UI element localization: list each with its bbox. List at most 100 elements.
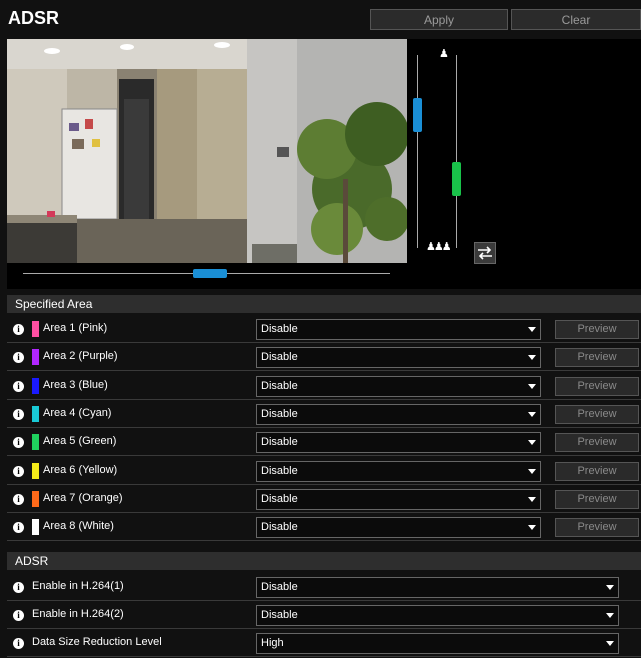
info-icon[interactable]: i [13,380,24,392]
area-row: i Area 8 (White) Disable Preview [7,514,641,543]
vertical-slider-1-track [417,55,418,248]
adsr-row: i Enable in H.264(1) Disable [7,574,641,602]
area-select[interactable]: Disable [256,517,541,539]
area-select-value: Disable [261,464,298,477]
area-row-inner: i Area 3 (Blue) Disable Preview [7,373,641,400]
area-label: Area 4 (Cyan) [43,406,112,419]
swap-icon[interactable] [474,242,496,264]
vertical-slider-2-handle[interactable] [452,161,461,196]
swap-arrows-icon [478,246,492,260]
adsr-select-value: Disable [261,609,298,621]
specified-area-header: Specified Area [7,295,641,313]
area-row: i Area 5 (Green) Disable Preview [7,429,641,458]
adsr-select[interactable]: Disable [256,577,619,598]
adsr-select[interactable]: High [256,633,619,654]
page-title: ADSR [8,8,60,28]
info-icon[interactable]: i [13,437,24,449]
area-row: i Area 4 (Cyan) Disable Preview [7,400,641,429]
crowd-icon: ♟♟♟ [426,241,452,253]
dropdown-arrow-icon [606,641,614,646]
area-select[interactable]: Disable [256,488,541,510]
area-label: Area 1 (Pink) [43,322,108,334]
dropdown-arrow-icon [528,440,536,446]
row-divider [7,426,641,428]
area-label: Area 3 (Blue) [43,378,108,391]
area-row: i Area 6 (Yellow) Disable Preview [7,457,641,486]
area-select-value: Disable [261,323,298,335]
row-divider [7,483,641,485]
row-divider [7,656,641,657]
preview-button[interactable]: Preview [555,348,639,368]
adsr-row-inner: i Enable in H.264(2) Disable [7,602,641,629]
info-icon[interactable]: i [13,638,24,649]
area-select-value: Disable [261,407,298,420]
info-icon[interactable]: i [13,408,24,420]
info-icon[interactable]: i [13,522,24,534]
dropdown-arrow-icon [528,525,536,531]
info-icon[interactable]: i [13,465,24,477]
area-row-inner: i Area 1 (Pink) Disable Preview [7,316,641,343]
area-color-swatch [32,462,39,479]
area-select[interactable]: Disable [256,432,541,454]
single-person-icon: ♟ [439,48,449,60]
vertical-slider-1-handle[interactable] [413,97,422,132]
info-icon[interactable]: i [13,493,24,505]
adsr-row-inner: i Enable in H.264(1) Disable [7,574,641,601]
area-color-swatch [32,434,39,451]
area-select[interactable]: Disable [256,347,541,369]
horizontal-slider[interactable] [23,268,390,280]
area-row: i Area 2 (Purple) Disable Preview [7,344,641,373]
area-select-value: Disable [261,521,298,534]
area-label: Area 7 (Orange) [43,491,123,504]
vertical-slider-2-track [456,55,457,248]
adsr-select-value: Disable [261,581,298,593]
adsr-select-value: High [261,637,284,649]
area-color-swatch [32,519,39,536]
row-divider [7,628,641,629]
adsr-row: i Enable in H.264(2) Disable [7,602,641,630]
area-row: i Area 1 (Pink) Disable Preview [7,316,641,344]
row-divider [7,370,641,372]
row-divider [7,455,641,457]
row-divider [7,540,641,542]
area-select[interactable]: Disable [256,375,541,397]
area-label: Area 6 (Yellow) [43,463,118,476]
dropdown-arrow-icon [528,383,536,389]
info-icon[interactable]: i [13,610,24,621]
row-divider [7,398,641,400]
dropdown-arrow-icon [528,355,536,361]
area-select[interactable]: Disable [256,403,541,425]
area-select[interactable]: Disable [256,460,541,482]
dropdown-arrow-icon [606,585,614,590]
preview-button[interactable]: Preview [555,320,639,339]
camera-scene [7,39,407,263]
area-color-swatch [32,349,39,366]
adsr-label: Enable in H.264(2) [32,608,124,620]
area-label: Area 2 (Purple) [43,350,118,363]
info-icon[interactable]: i [13,352,24,364]
preview-button[interactable]: Preview [555,404,639,424]
adsr-select[interactable]: Disable [256,605,619,626]
camera-image[interactable] [7,39,407,263]
preview-button[interactable]: Preview [555,518,639,538]
dropdown-arrow-icon [528,496,536,502]
vertical-slider-1[interactable] [412,55,424,248]
area-select[interactable]: Disable [256,319,541,340]
preview-button[interactable]: Preview [555,461,639,481]
area-row-inner: i Area 7 (Orange) Disable Preview [7,486,641,513]
preview-button[interactable]: Preview [555,489,639,509]
clear-button[interactable]: Clear [511,9,641,30]
area-label: Area 8 (White) [43,520,114,533]
apply-button[interactable]: Apply [370,9,508,30]
info-icon[interactable]: i [13,324,24,335]
area-row: i Area 3 (Blue) Disable Preview [7,372,641,401]
area-select-value: Disable [261,351,298,364]
dropdown-arrow-icon [606,613,614,618]
horizontal-slider-handle[interactable] [192,269,227,278]
row-divider [7,600,641,601]
vertical-slider-2[interactable] [451,55,463,248]
preview-button[interactable]: Preview [555,376,639,396]
info-icon[interactable]: i [13,582,24,593]
area-label: Area 5 (Green) [43,435,117,448]
preview-button[interactable]: Preview [555,433,639,453]
